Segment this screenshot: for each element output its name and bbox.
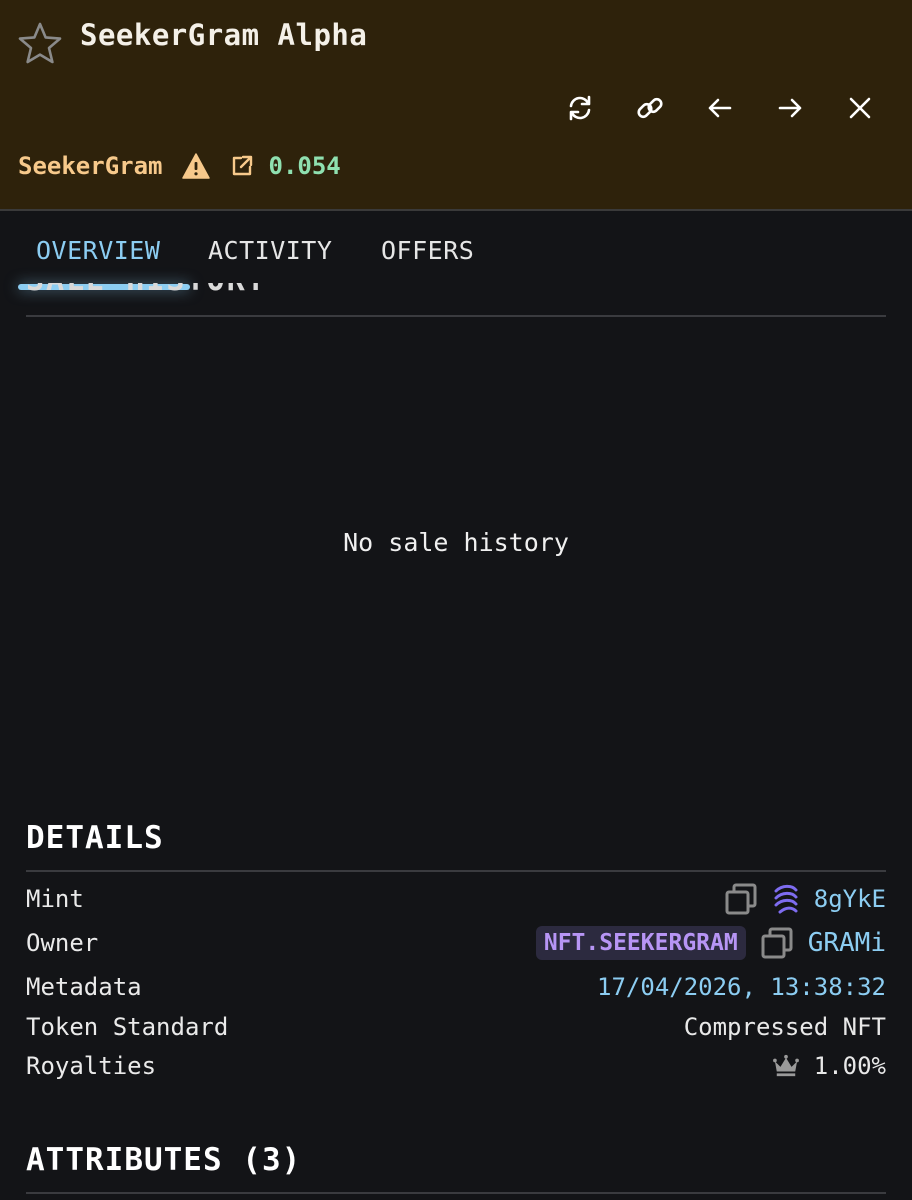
sale-history-heading-text: SALE HISTORY <box>26 283 267 297</box>
favorite-star-icon[interactable] <box>16 20 64 68</box>
detail-label: Owner <box>26 929 99 957</box>
detail-row-owner: Owner NFT.SEEKERGRAM GRAMi <box>26 923 886 963</box>
divider <box>26 1192 886 1194</box>
page-title: SeekerGram Alpha <box>80 18 368 52</box>
arrow-left-icon[interactable] <box>702 88 738 128</box>
details-title: DETAILS <box>26 820 164 856</box>
tab-overview[interactable]: OVERVIEW <box>36 236 160 265</box>
divider <box>26 870 886 872</box>
copy-icon[interactable] <box>724 882 758 916</box>
mint-address-link[interactable]: 8gYkE <box>814 885 886 913</box>
detail-label: Token Standard <box>26 1013 229 1041</box>
detail-row-metadata: Metadata 17/04/2026, 13:38:32 <box>26 967 886 1007</box>
arrow-right-icon[interactable] <box>772 88 808 128</box>
detail-row-mint: Mint 8gYkE <box>26 879 886 919</box>
divider <box>26 315 886 317</box>
collection-link[interactable]: SeekerGram <box>18 152 163 180</box>
external-link-icon[interactable] <box>229 153 255 179</box>
tab-bar: OVERVIEW ACTIVITY OFFERS <box>0 214 912 294</box>
owner-domain-badge[interactable]: NFT.SEEKERGRAM <box>535 926 746 960</box>
header: SeekerGram Alpha SeekerGram 0.054 <box>0 0 912 211</box>
refresh-icon[interactable] <box>562 88 598 128</box>
detail-label: Metadata <box>26 973 142 1001</box>
detail-label: Royalties <box>26 1052 157 1080</box>
collection-row: SeekerGram 0.054 <box>18 152 341 180</box>
close-icon[interactable] <box>842 88 878 128</box>
owner-address-link[interactable]: GRAMi <box>808 928 886 958</box>
crown-icon <box>772 1054 800 1078</box>
attributes-title: ATTRIBUTES (3) <box>26 1142 302 1178</box>
sale-history-heading: SALE HISTORY <box>26 283 326 297</box>
solana-explorer-icon[interactable] <box>772 882 800 916</box>
detail-row-royalties: Royalties 1.00% <box>26 1046 886 1086</box>
floor-price: 0.054 <box>268 152 341 180</box>
detail-label: Mint <box>26 885 84 913</box>
tab-offers[interactable]: OFFERS <box>381 236 474 265</box>
warning-icon <box>181 152 211 180</box>
metadata-date-link[interactable]: 17/04/2026, 13:38:32 <box>597 973 886 1001</box>
link-icon[interactable] <box>632 88 668 128</box>
tab-activity[interactable]: ACTIVITY <box>208 236 332 265</box>
copy-icon[interactable] <box>760 926 794 960</box>
token-standard-value: Compressed NFT <box>683 1013 886 1041</box>
detail-row-token-standard: Token Standard Compressed NFT <box>26 1007 886 1047</box>
toolbar <box>562 88 878 128</box>
empty-sale-history: No sale history <box>343 528 569 557</box>
royalties-value: 1.00% <box>813 1052 886 1080</box>
